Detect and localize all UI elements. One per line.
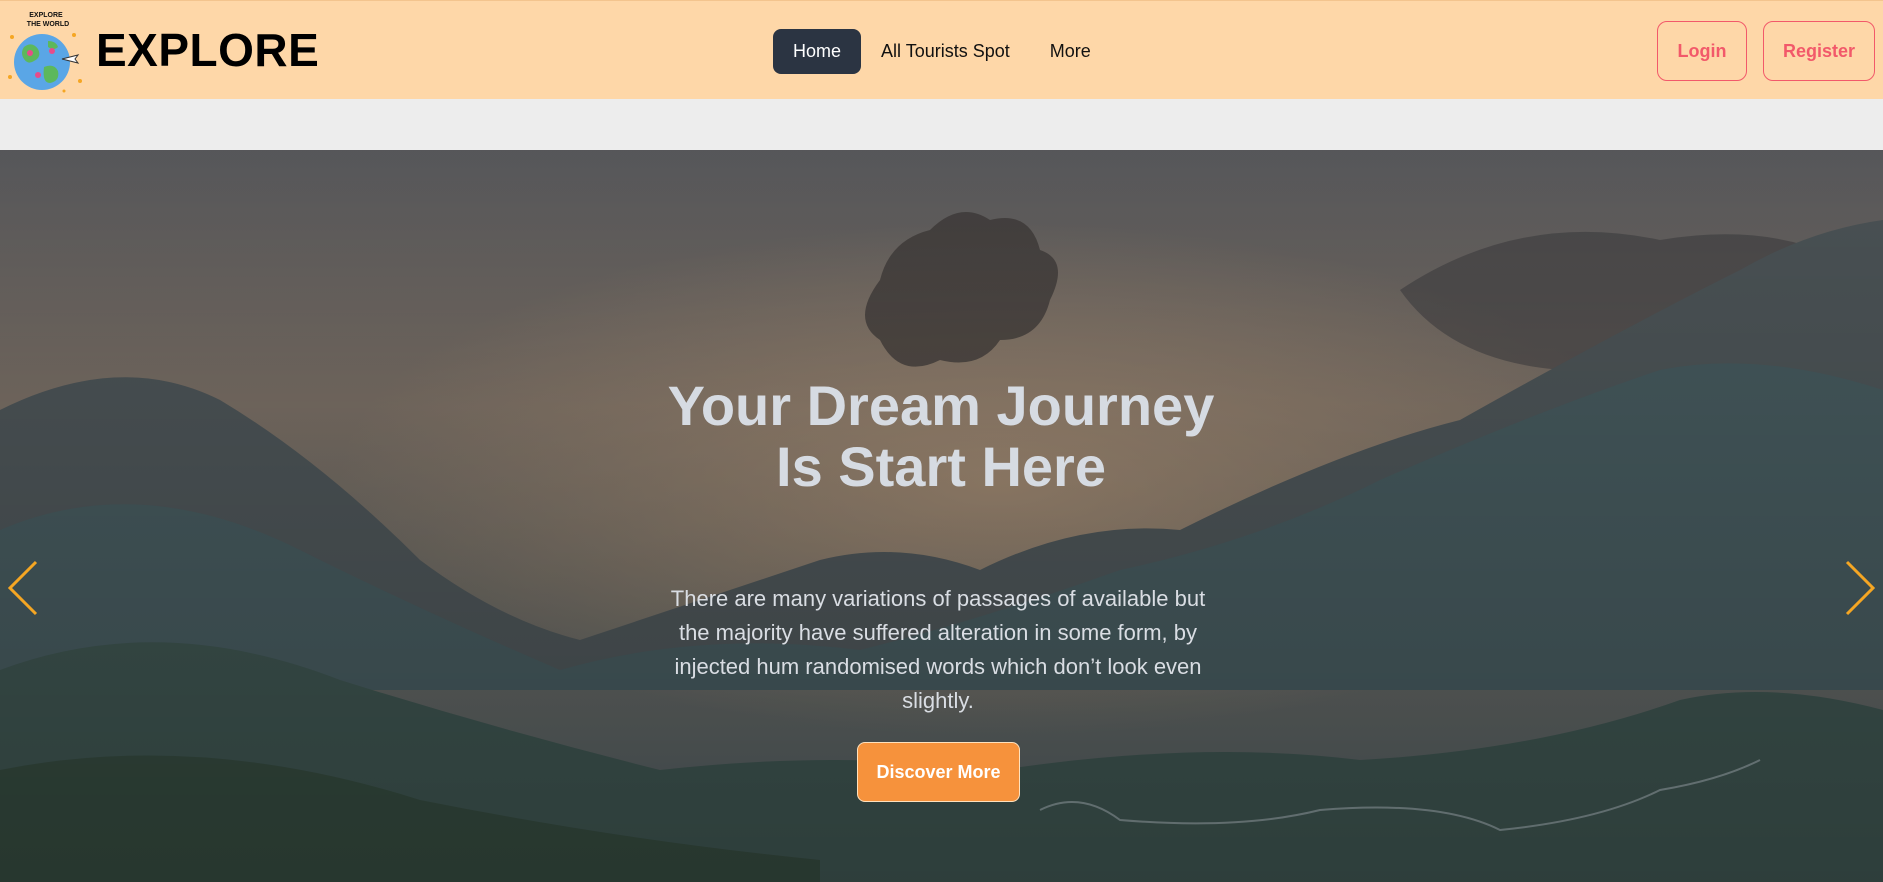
chevron-left-icon[interactable]: [4, 558, 44, 618]
auth-buttons: Login Register: [1657, 21, 1875, 81]
svg-text:EXPLORE: EXPLORE: [29, 12, 63, 19]
hero-carousel: Your Dream Journey Is Start Here There a…: [0, 150, 1883, 882]
nav-link-all-tourists-spot[interactable]: All Tourists Spot: [861, 29, 1030, 74]
globe-logo-icon: EXPLORE THE WORLD: [8, 12, 82, 93]
register-button[interactable]: Register: [1763, 21, 1875, 81]
brand[interactable]: EXPLORE THE WORLD EXPLORE: [4, 7, 319, 93]
main-nav: Home All Tourists Spot More: [773, 29, 1111, 74]
login-button[interactable]: Login: [1657, 21, 1747, 81]
nav-link-home[interactable]: Home: [773, 29, 862, 74]
navbar: EXPLORE THE WORLD EXPLORE Home All Touri…: [0, 0, 1883, 99]
svg-text:THE WORLD: THE WORLD: [27, 21, 69, 28]
discover-more-button[interactable]: Discover More: [857, 742, 1020, 802]
hero-description: There are many variations of passages of…: [670, 586, 1206, 713]
nav-link-more[interactable]: More: [1030, 29, 1111, 74]
hero-title: Your Dream Journey Is Start Here: [667, 374, 1215, 498]
hero-slide: Your Dream Journey Is Start Here There a…: [0, 150, 1883, 882]
chevron-right-icon[interactable]: [1839, 558, 1879, 618]
brand-name: EXPLORE: [96, 24, 320, 76]
